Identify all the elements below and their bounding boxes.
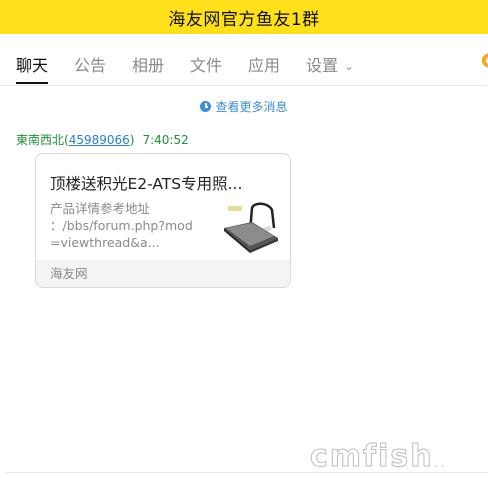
group-title: 海友网官方鱼友1群 <box>168 9 320 30</box>
sender-id-link[interactable]: 45989066 <box>69 133 130 147</box>
tab-files-label: 文件 <box>190 56 223 75</box>
card-desc-line: =viewthread&a... <box>50 235 160 250</box>
tab-apps-label: 应用 <box>248 56 281 75</box>
edge-icon[interactable] <box>478 50 488 72</box>
tab-album[interactable]: 相册 <box>132 52 164 84</box>
card-description: 产品详情参考地址 ：/bbs/forum.php?mod =viewthread… <box>50 200 210 251</box>
cmfish-watermark: cmfish ... <box>310 439 446 473</box>
card-source-label: 海友网 <box>50 266 88 281</box>
clock-icon <box>200 101 212 112</box>
tab-files[interactable]: 文件 <box>190 52 222 84</box>
tab-album-label: 相册 <box>132 56 165 75</box>
card-source: 海友网 <box>36 260 290 287</box>
sender-paren-close: ) <box>129 133 135 147</box>
card-desc-line: ：/bbs/forum.php?mod <box>50 218 193 233</box>
tab-settings-label: 设置 <box>306 56 339 75</box>
message-time: 7:40:52 <box>142 133 189 147</box>
watermark-text: cmfish <box>310 439 434 472</box>
card-desc-line: 产品详情参考地址 <box>50 201 151 216</box>
load-more-link[interactable]: 查看更多消息 <box>0 98 488 115</box>
tab-announcement[interactable]: 公告 <box>74 52 106 84</box>
link-share-card[interactable]: 顶楼送积光E2-ATS专用照... 产品详情参考地址 ：/bbs/forum.p… <box>35 153 291 288</box>
message-header: 東南西北(45989066) 7:40:52 <box>16 131 189 148</box>
card-title: 顶楼送积光E2-ATS专用照... <box>50 175 243 193</box>
tab-apps[interactable]: 应用 <box>248 52 280 84</box>
load-more-label: 查看更多消息 <box>215 100 288 114</box>
lamp-thumbnail <box>222 198 280 254</box>
tab-bar: 聊天 公告 相册 文件 应用 设置 ⌄ <box>0 34 488 86</box>
sender-name[interactable]: 東南西北 <box>16 133 64 147</box>
window-titlebar: 海友网官方鱼友1群 <box>0 0 488 34</box>
divider <box>6 472 488 473</box>
chevron-down-icon: ⌄ <box>344 59 355 73</box>
tab-settings[interactable]: 设置 ⌄ <box>306 52 354 84</box>
tab-chat-label: 聊天 <box>16 56 49 75</box>
tab-chat[interactable]: 聊天 <box>16 52 49 84</box>
tab-announcement-label: 公告 <box>74 56 107 75</box>
watermark-suffix: ... <box>426 457 446 470</box>
